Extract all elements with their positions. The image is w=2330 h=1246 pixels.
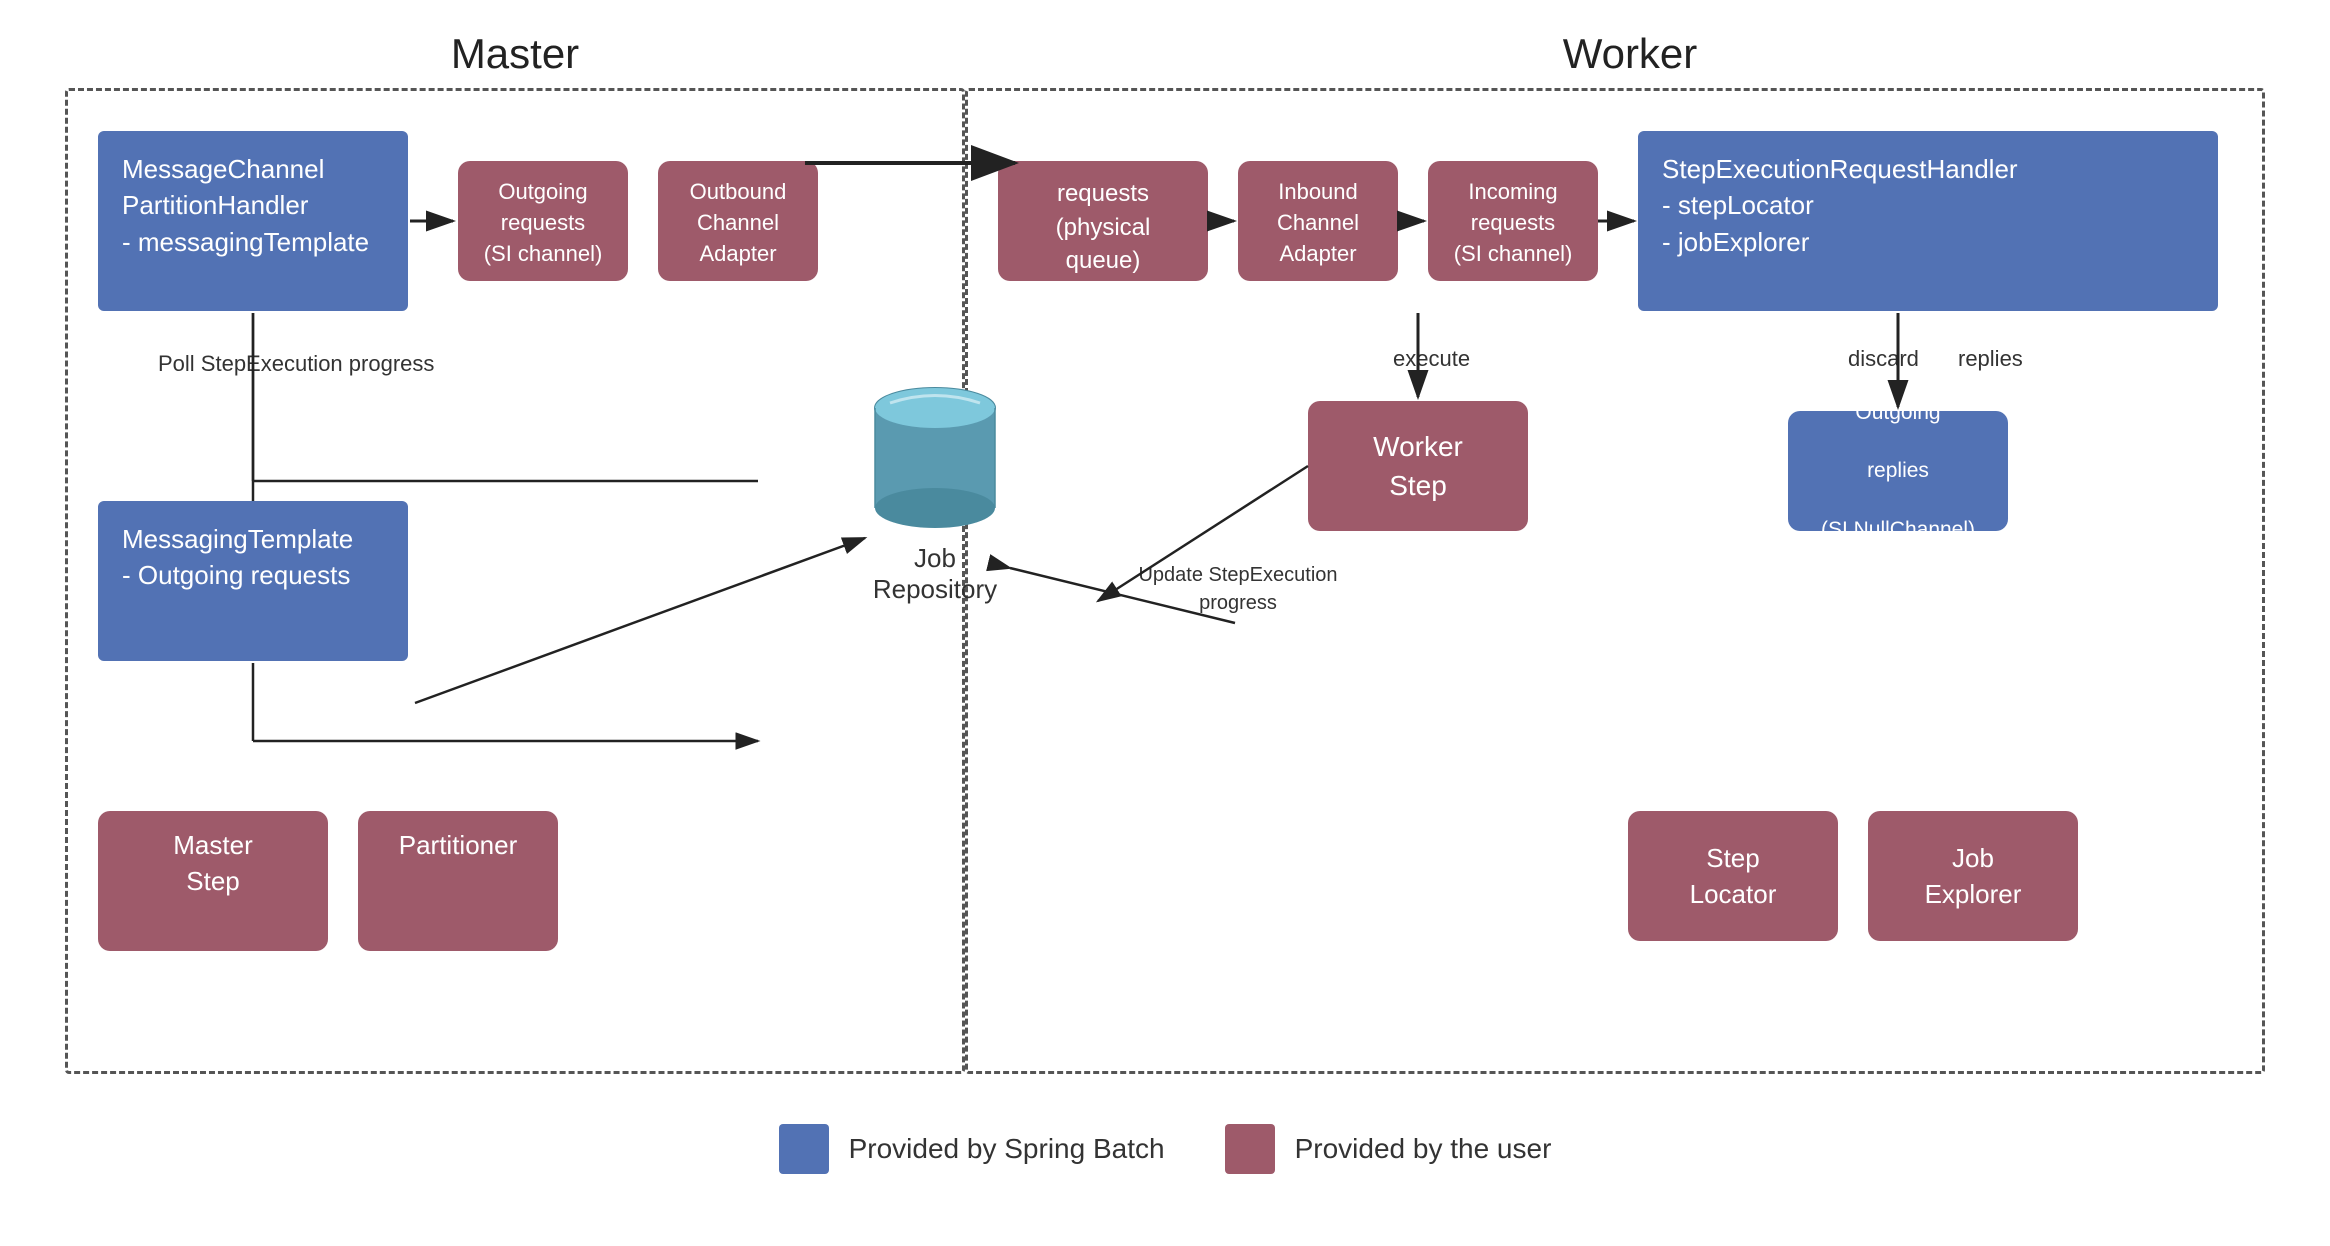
partitioner-label: Partitioner xyxy=(399,830,518,860)
master-step-label: MasterStep xyxy=(173,830,252,896)
step-locator-box: StepLocator xyxy=(1628,811,1838,941)
poll-label: Poll StepExecution progress xyxy=(158,351,434,377)
job-explorer-box: JobExplorer xyxy=(1868,811,2078,941)
req-queue-line1: requests xyxy=(1057,180,1149,207)
update-label: Update StepExecutionprogress xyxy=(1138,561,1338,617)
outbound-line1: Outbound xyxy=(690,179,787,204)
msg-channel-line3: - messagingTemplate xyxy=(122,227,369,257)
execute-label: execute xyxy=(1393,346,1470,372)
job-repository-container: Job Repository xyxy=(865,368,1005,605)
legend-spring-batch: Provided by Spring Batch xyxy=(779,1124,1165,1174)
step-exec-line1: StepExecutionRequestHandler xyxy=(1662,154,2018,184)
out-replies-line1: Outgoing xyxy=(1855,398,1940,427)
outbound-line2: Channel xyxy=(697,210,779,235)
requests-queue-box: requests (physical queue) xyxy=(998,161,1208,281)
out-replies-line3: (SI NullChannel) xyxy=(1821,515,1975,544)
worker-title: Worker xyxy=(1563,30,1698,77)
outbound-channel-adapter-box: Outbound Channel Adapter xyxy=(658,161,818,281)
worker-step-box: WorkerStep xyxy=(1308,401,1528,531)
legend-user: Provided by the user xyxy=(1225,1124,1552,1174)
worker-step-label: WorkerStep xyxy=(1373,427,1463,505)
replies-label: replies xyxy=(1958,346,2023,372)
worker-inner: requests (physical queue) Inbound Channe… xyxy=(998,131,2238,1031)
outgoing-req-line3: (SI channel) xyxy=(484,241,603,266)
inbound-channel-adapter-box: Inbound Channel Adapter xyxy=(1238,161,1398,281)
job-explorer-label: JobExplorer xyxy=(1925,840,2022,913)
inbound-line1: Inbound xyxy=(1278,179,1358,204)
outgoing-replies-box: Outgoing replies (SI NullChannel) xyxy=(1788,411,2008,531)
incoming-req-line1: Incoming xyxy=(1468,179,1557,204)
master-step-box: MasterStep xyxy=(98,811,328,951)
incoming-req-line3: (SI channel) xyxy=(1454,241,1573,266)
diagram-container: Master Worker MessageChannel PartitionHa… xyxy=(0,0,2330,1246)
job-repo-label: Job Repository xyxy=(873,543,997,605)
msg-channel-line1: MessageChannel xyxy=(122,154,324,184)
legend-user-label: Provided by the user xyxy=(1295,1133,1552,1165)
discard-label: discard xyxy=(1848,346,1919,372)
inbound-line2: Channel xyxy=(1277,210,1359,235)
master-inner: MessageChannel PartitionHandler - messag… xyxy=(98,131,938,1031)
step-exec-handler-box: StepExecutionRequestHandler - stepLocato… xyxy=(1638,131,2218,311)
step-exec-line2: - stepLocator xyxy=(1662,190,1814,220)
messaging-template-box: MessagingTemplate - Outgoing requests xyxy=(98,501,408,661)
req-queue-line2: (physical queue) xyxy=(1056,214,1151,275)
out-replies-line2: replies xyxy=(1867,456,1929,485)
step-locator-label: StepLocator xyxy=(1690,840,1777,913)
job-repository-cylinder xyxy=(865,368,1005,538)
inbound-line3: Adapter xyxy=(1279,241,1356,266)
incoming-req-line2: requests xyxy=(1471,210,1555,235)
master-title: Master xyxy=(451,30,579,77)
step-exec-line3: - jobExplorer xyxy=(1662,227,1809,257)
msg-channel-handler-box: MessageChannel PartitionHandler - messag… xyxy=(98,131,408,311)
master-section: MessageChannel PartitionHandler - messag… xyxy=(65,88,965,1074)
worker-section: requests (physical queue) Inbound Channe… xyxy=(965,88,2265,1074)
msg-channel-line2: PartitionHandler xyxy=(122,190,308,220)
legend-maroon-box xyxy=(1225,1124,1275,1174)
legend-spring-batch-label: Provided by Spring Batch xyxy=(849,1133,1165,1165)
outbound-line3: Adapter xyxy=(699,241,776,266)
outgoing-req-line2: requests xyxy=(501,210,585,235)
outgoing-req-line1: Outgoing xyxy=(498,179,587,204)
incoming-requests-box: Incoming requests (SI channel) xyxy=(1428,161,1598,281)
outgoing-requests-box: Outgoing requests (SI channel) xyxy=(458,161,628,281)
msg-tmpl-line2: - Outgoing requests xyxy=(122,560,350,590)
legend: Provided by Spring Batch Provided by the… xyxy=(779,1124,1552,1174)
partitioner-box: Partitioner xyxy=(358,811,558,951)
msg-tmpl-line1: MessagingTemplate xyxy=(122,524,353,554)
legend-blue-box xyxy=(779,1124,829,1174)
